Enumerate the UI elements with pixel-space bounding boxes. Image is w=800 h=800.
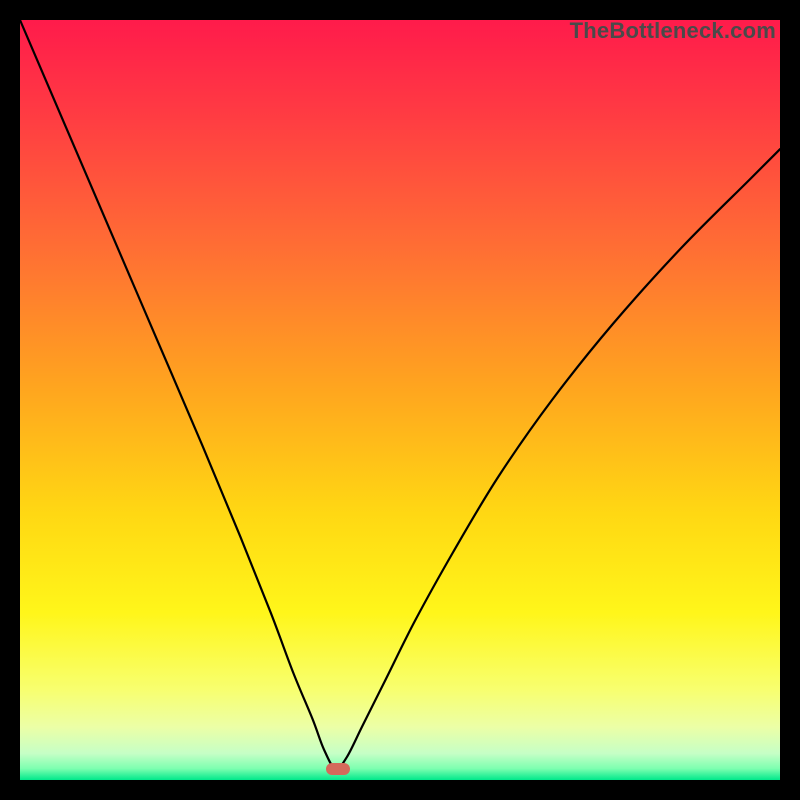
bottleneck-curve	[20, 20, 780, 780]
plot-frame: TheBottleneck.com	[20, 20, 780, 780]
optimal-point-marker	[326, 763, 350, 775]
